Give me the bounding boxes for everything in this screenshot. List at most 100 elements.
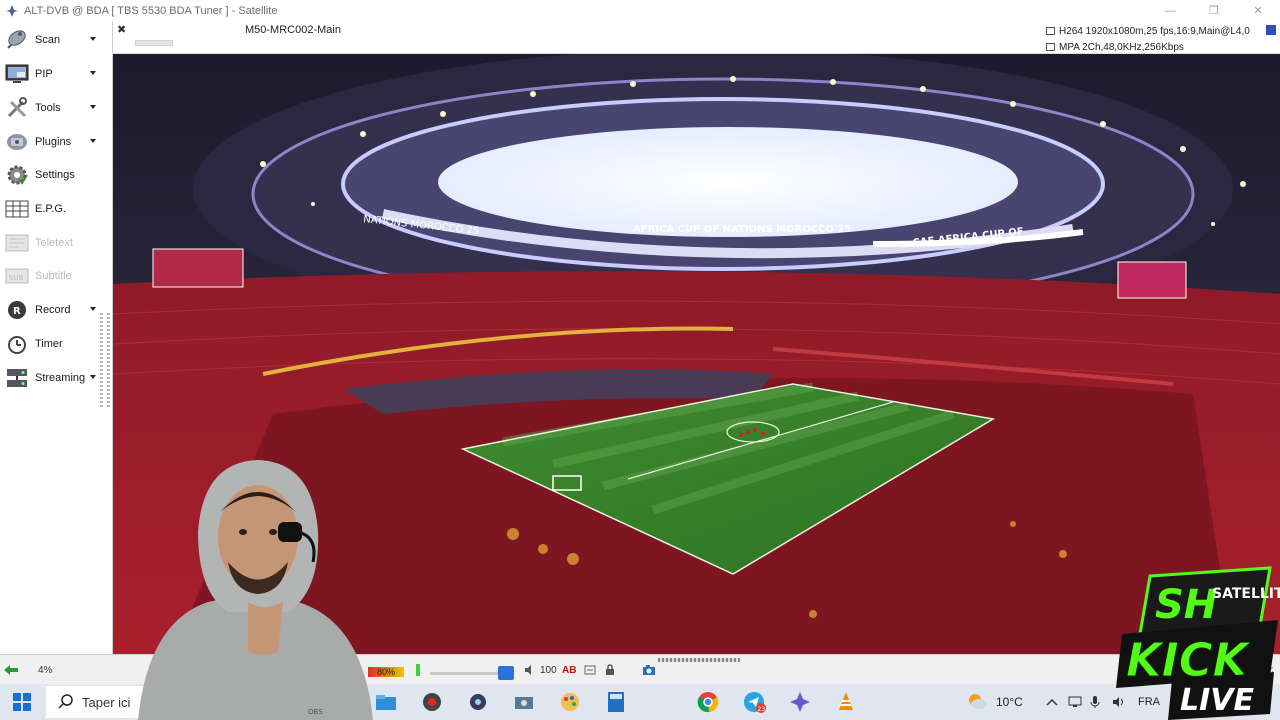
plugins-icon xyxy=(4,129,30,155)
sidebar-splitter[interactable] xyxy=(100,313,110,409)
subtitle-toggle-icon[interactable] xyxy=(584,663,596,677)
sidebar-item-label: Record xyxy=(35,304,71,316)
altdvb-logo-icon xyxy=(4,3,20,19)
sidebar-item-label: Timer xyxy=(35,338,63,350)
volume-slider-thumb[interactable] xyxy=(498,666,514,680)
ab-icon[interactable]: AB xyxy=(562,663,576,677)
sidebar-item-label: Scan xyxy=(35,34,61,46)
svg-text:R: R xyxy=(13,306,21,317)
chevron-up-icon[interactable] xyxy=(1046,692,1058,712)
record-icon: R xyxy=(4,297,30,323)
audio-info-row: MPA 2Ch,48,0KHz,256Kbps xyxy=(1046,39,1274,55)
channel-progress xyxy=(135,40,173,46)
sidebar-item-label: Streaming xyxy=(35,372,86,384)
signal-level-indicator xyxy=(416,663,422,677)
vlc-icon[interactable] xyxy=(832,688,860,716)
video-format-icon xyxy=(1046,27,1055,35)
signal-quality-value: 80% xyxy=(376,667,395,677)
timer-icon xyxy=(4,331,30,357)
weather-widget[interactable]: 10°C xyxy=(966,690,1023,714)
video-info-row: H264 1920x1080m,25 fps,16:9,Main@L4,0 xyxy=(1046,23,1274,39)
speaker-icon xyxy=(1046,43,1055,51)
satellite-dish-icon xyxy=(4,27,30,53)
signal-arrow-icon xyxy=(4,663,18,677)
sidebar-item-subtitle[interactable]: SUB Subtitle xyxy=(4,262,100,290)
sidebar-item-label: PIP xyxy=(35,68,53,80)
webcam-overlay: OBS xyxy=(128,452,378,720)
close-channel-icon[interactable]: ✖ xyxy=(117,24,129,36)
altdvb-icon[interactable] xyxy=(786,688,814,716)
webcam-app-icon[interactable] xyxy=(464,688,492,716)
title-bar: ALT-DVB @ BDA [ TBS 5530 BDA Tuner ] - S… xyxy=(0,0,1280,21)
epg-grid-icon xyxy=(4,196,30,222)
chevron-down-icon[interactable] xyxy=(90,37,96,41)
subtitle-icon: SUB xyxy=(4,263,30,289)
chevron-down-icon[interactable] xyxy=(90,105,96,109)
chevron-down-icon[interactable] xyxy=(90,307,96,311)
brand-top: SH xyxy=(1155,582,1217,628)
chevron-down-icon[interactable] xyxy=(90,375,96,379)
telegram-badge: 23 xyxy=(758,706,766,713)
svg-text:SUB: SUB xyxy=(9,274,24,282)
temperature: 10°C xyxy=(996,695,1023,709)
microphone-icon[interactable] xyxy=(1090,692,1100,712)
sidebar-item-label: Teletext xyxy=(35,237,73,249)
seek-handle[interactable] xyxy=(658,658,740,662)
tools-icon xyxy=(4,95,30,121)
sidebar-item-timer[interactable]: Timer xyxy=(4,330,100,358)
sidebar-item-epg[interactable]: E.P.G. xyxy=(4,195,100,223)
volume-value: 100 xyxy=(540,664,557,676)
speaker-icon[interactable] xyxy=(524,663,536,677)
pip-monitor-icon xyxy=(4,61,30,87)
brand-live: LIVE xyxy=(1180,683,1254,718)
channel-header: ✖ M50-MRC002-Main H264 1920x1080m,25 fps… xyxy=(113,21,1280,54)
window-title: ALT-DVB @ BDA [ TBS 5530 BDA Tuner ] - S… xyxy=(24,4,278,17)
windows-start-button[interactable] xyxy=(0,684,44,720)
teletext-icon xyxy=(4,230,30,256)
sidebar-item-record[interactable]: R Record xyxy=(4,296,100,324)
info-panel-icon[interactable] xyxy=(1266,25,1276,35)
telegram-icon[interactable]: 23 xyxy=(740,688,768,716)
weather-icon xyxy=(966,692,988,713)
audio-info: MPA 2Ch,48,0KHz,256Kbps xyxy=(1059,41,1184,53)
video-info: H264 1920x1080m,25 fps,16:9,Main@L4,0 xyxy=(1059,25,1250,37)
sidebar-item-plugins[interactable]: Plugins xyxy=(4,128,100,156)
sidebar-item-scan[interactable]: Scan xyxy=(4,26,100,54)
webcam-badge: OBS xyxy=(308,708,323,716)
sidebar-item-label: Tools xyxy=(35,102,61,114)
sidebar-item-label: Settings xyxy=(35,169,75,181)
recorder-icon[interactable] xyxy=(418,688,446,716)
sh-satellite-kick-live-logo: SH SATELLITE KICK LIVE xyxy=(1110,556,1280,720)
sidebar-item-pip[interactable]: PIP xyxy=(4,60,100,88)
close-button[interactable]: ✕ xyxy=(1236,0,1280,21)
sidebar-item-settings[interactable]: Settings xyxy=(4,161,100,189)
sidebar-item-teletext[interactable]: Teletext xyxy=(4,229,100,257)
sidebar: Scan PIP Tools Plugins Settings E.P.G. T… xyxy=(0,21,113,664)
restore-button[interactable]: ❐ xyxy=(1192,0,1236,21)
lock-icon[interactable] xyxy=(604,663,616,677)
sidebar-item-label: Plugins xyxy=(35,136,72,148)
chevron-down-icon[interactable] xyxy=(90,139,96,143)
paint-icon[interactable] xyxy=(556,688,584,716)
banner-text: AFRICA CUP OF NATIONS MOROCCO 25 xyxy=(633,224,851,235)
minimize-button[interactable]: — xyxy=(1148,0,1192,21)
chrome-icon[interactable] xyxy=(694,688,722,716)
sidebar-item-streaming[interactable]: Streaming xyxy=(4,364,100,392)
snapshot-camera-icon[interactable] xyxy=(642,663,656,677)
stream-info: H264 1920x1080m,25 fps,16:9,Main@L4,0 MP… xyxy=(1046,23,1274,55)
network-icon[interactable] xyxy=(1068,692,1082,712)
calculator-icon[interactable] xyxy=(602,688,630,716)
sidebar-item-label: Subtitle xyxy=(35,270,72,282)
search-icon xyxy=(58,693,74,712)
brand-sub: SATELLITE xyxy=(1212,586,1280,602)
camera-icon[interactable] xyxy=(510,688,538,716)
sidebar-item-tools[interactable]: Tools xyxy=(4,94,100,122)
channel-name: M50-MRC002-Main xyxy=(245,24,341,36)
buffer-level: 4% xyxy=(38,664,53,676)
gear-icon xyxy=(4,162,30,188)
streaming-icon xyxy=(4,365,30,391)
sidebar-item-label: E.P.G. xyxy=(35,203,66,215)
search-placeholder: Taper ici xyxy=(82,694,131,710)
altdvb-window: ALT-DVB @ BDA [ TBS 5530 BDA Tuner ] - S… xyxy=(0,0,1280,720)
chevron-down-icon[interactable] xyxy=(90,71,96,75)
